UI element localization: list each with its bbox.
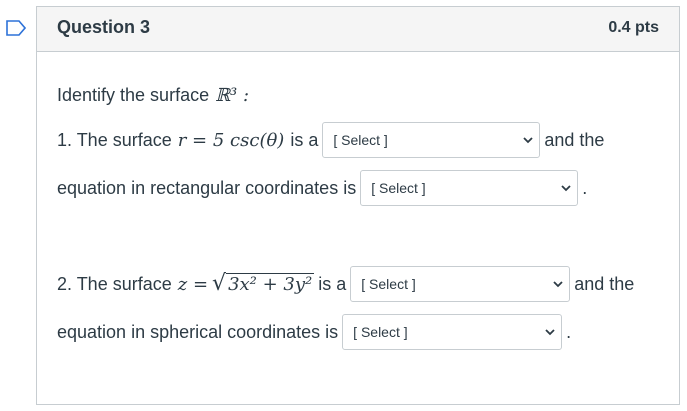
part2-text-a: 2. The surface bbox=[57, 273, 172, 294]
chevron-down-icon bbox=[553, 281, 563, 288]
part1-text-b: is a bbox=[290, 129, 319, 150]
part2-equation-select[interactable]: [ Select ] bbox=[342, 314, 563, 350]
chevron-down-icon bbox=[545, 329, 555, 336]
part2-surface-select[interactable]: [ Select ] bbox=[350, 266, 571, 302]
part1-line2: equation in rectangular coordinates is [… bbox=[57, 170, 587, 206]
part2-text-d: equation in spherical coordinates is bbox=[57, 321, 339, 342]
part1-surface-select-value: [ Select ] bbox=[333, 132, 388, 148]
part2-text-c: and the bbox=[574, 273, 635, 294]
question-points: 0.4 pts bbox=[608, 19, 659, 36]
bookmark-flag-icon[interactable] bbox=[6, 20, 26, 36]
question-card: Question 3 0.4 pts Identify the surface … bbox=[36, 6, 680, 405]
question-header: Question 3 0.4 pts bbox=[37, 7, 679, 52]
part1-text-e: . bbox=[582, 177, 588, 198]
prompt-symbol: ℝ³ : bbox=[215, 85, 250, 106]
chevron-down-icon bbox=[523, 137, 533, 144]
chevron-down-icon bbox=[561, 185, 571, 192]
part2-line2: equation in spherical coordinates is [ S… bbox=[57, 314, 571, 350]
part1-text-a: 1. The surface bbox=[57, 129, 172, 150]
part1-surface-select[interactable]: [ Select ] bbox=[322, 122, 541, 158]
part1-text-c: and the bbox=[544, 129, 605, 150]
part1-equation: r = 5 csc(θ) bbox=[177, 129, 285, 151]
question-title: Question 3 bbox=[57, 17, 151, 37]
part2-sqrt: √ 3x² + 3y² bbox=[212, 270, 315, 296]
part1-equation-select[interactable]: [ Select ] bbox=[360, 170, 579, 206]
sqrt-sign-icon: √ bbox=[212, 270, 227, 296]
part1-text-d: equation in rectangular coordinates is bbox=[57, 177, 357, 198]
part2-equation-select-value: [ Select ] bbox=[353, 324, 408, 340]
part2-line1: 2. The surface z = √ 3x² + 3y² is a [ Se… bbox=[57, 266, 634, 302]
part2-surface-select-value: [ Select ] bbox=[361, 276, 416, 292]
part2-eq-radicand: 3x² + 3y² bbox=[226, 272, 315, 295]
part2-text-e: . bbox=[566, 321, 572, 342]
prompt-text: Identify the surface bbox=[57, 85, 210, 105]
part1-line1: 1. The surface r = 5 csc(θ) is a [ Selec… bbox=[57, 122, 604, 158]
part1-equation-select-value: [ Select ] bbox=[371, 180, 426, 196]
part2-eq-lhs: z = bbox=[177, 273, 209, 295]
part2-text-b: is a bbox=[318, 273, 347, 294]
question-prompt: Identify the surface ℝ³ : bbox=[57, 85, 249, 106]
